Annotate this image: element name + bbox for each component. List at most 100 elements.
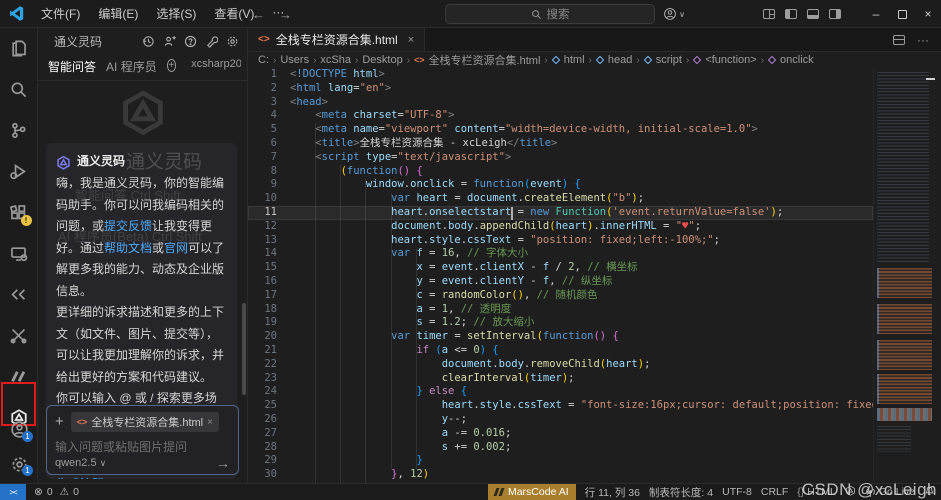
chat-input-placeholder[interactable]: 输入问题或粘贴图片提问 — [55, 438, 230, 455]
tongyi-status-icon[interactable] — [845, 485, 856, 499]
customize-layout-icon[interactable] — [763, 9, 775, 19]
code-line[interactable]: 20 var timer = setInterval(function() { — [248, 330, 873, 344]
extensions-icon[interactable]: ! — [0, 192, 38, 233]
source-control-icon[interactable] — [0, 110, 38, 151]
chip-close-icon[interactable]: × — [207, 417, 213, 428]
code-line[interactable]: 16 y = event.clientY - f, // 纵坐标 — [248, 275, 873, 289]
command-search-input[interactable]: 搜索 — [445, 4, 655, 24]
code-line[interactable]: 5 <meta name="viewport" content="width=d… — [248, 123, 873, 137]
code-line[interactable]: 22 document.body.removeChild(heart); — [248, 358, 873, 372]
code-line[interactable]: 17 c = randomColor(), // 随机颜色 — [248, 289, 873, 303]
code-line[interactable]: 19 s = 1.2; // 放大缩小 — [248, 316, 873, 330]
code-line[interactable]: 14 var f = 16, // 字体大小 — [248, 247, 873, 261]
send-button[interactable]: → — [216, 455, 230, 471]
breadcrumb-item[interactable]: <function> — [705, 54, 756, 66]
remote-indicator[interactable]: >< — [0, 484, 26, 500]
menu-item-1[interactable]: 编辑(E) — [90, 2, 146, 25]
code-line[interactable]: 7 <script type="text/javascript"> — [248, 151, 873, 165]
feedback-icon[interactable] — [163, 35, 176, 48]
minimize-button[interactable]: – — [863, 0, 889, 28]
breadcrumb-item[interactable]: Desktop — [362, 54, 402, 66]
toggle-secondary-sidebar-icon[interactable] — [829, 9, 841, 19]
code-line[interactable]: 18 a = 1, // 透明度 — [248, 303, 873, 317]
tab-ai-programmer[interactable]: AI 程序员 — [106, 58, 157, 80]
code-line[interactable]: 25 heart.style.cssText = "font-size:16px… — [248, 399, 873, 413]
explorer-icon[interactable] — [0, 28, 38, 69]
go-live-button[interactable]: Go Live — [865, 486, 915, 498]
tab-close-icon[interactable]: × — [408, 34, 414, 46]
model-selector[interactable]: qwen2.5 ∨ — [55, 457, 106, 469]
errors-count[interactable]: 0 — [47, 486, 53, 498]
bell-icon[interactable] — [924, 485, 935, 499]
nav-forward-icon[interactable]: → — [279, 7, 292, 22]
code-line[interactable]: 21 if (a <= 0) { — [248, 344, 873, 358]
accounts-icon[interactable]: 1 — [0, 411, 38, 447]
remote-explorer-icon[interactable] — [0, 233, 38, 274]
code-line[interactable]: 2<html lang="en"> — [248, 82, 873, 96]
language-mode[interactable]: {} HTML — [797, 486, 836, 498]
feedback-link[interactable]: 提交反馈 — [104, 219, 152, 233]
add-context-button[interactable]: + — [55, 415, 64, 429]
chat-scrollbar[interactable] — [242, 303, 246, 395]
code-line[interactable]: 23 clearInterval(timer); — [248, 372, 873, 386]
code-line[interactable]: 3<head> — [248, 96, 873, 110]
code-lines[interactable]: 1<!DOCTYPE html>2<html lang="en">3<head>… — [248, 68, 873, 482]
encoding-status[interactable]: UTF-8 — [722, 486, 752, 498]
code-line[interactable]: 26 y--; — [248, 413, 873, 427]
gear-icon[interactable] — [226, 35, 239, 48]
breadcrumb-item[interactable]: Users — [280, 54, 309, 66]
breadcrumb-item[interactable]: html — [564, 54, 585, 66]
warnings-count[interactable]: 0 — [73, 486, 79, 498]
breadcrumb-item[interactable]: script — [656, 54, 682, 66]
code-line[interactable]: 13 heart.style.cssText = "position: fixe… — [248, 234, 873, 248]
chat-input-box[interactable]: + <> 全栈专栏资源合集.html × 输入问题或粘贴图片提问 qwen2.5… — [46, 405, 239, 475]
live-preview-icon[interactable] — [0, 274, 38, 315]
context-file-chip[interactable]: <> 全栈专栏资源合集.html × — [71, 412, 219, 432]
code-line[interactable]: 9 window.onclick = function(event) { — [248, 178, 873, 192]
settings-gear-icon[interactable]: 1 — [0, 447, 38, 481]
search-sidebar-icon[interactable] — [0, 69, 38, 110]
code-line[interactable]: 15 x = event.clientX - f / 2, // 横坐标 — [248, 261, 873, 275]
code-line[interactable]: 6 <title>全栈专栏资源合集 - xcLeigh</title> — [248, 137, 873, 151]
code-editor[interactable]: 1<!DOCTYPE html>2<html lang="en">3<head>… — [248, 68, 873, 483]
toggle-sidebar-icon[interactable] — [785, 9, 797, 19]
nav-back-icon[interactable]: ← — [252, 7, 265, 22]
code-line[interactable]: 8 (function() { — [248, 165, 873, 179]
marscode-status-item[interactable]: MarsCode AI — [488, 484, 576, 500]
minimap[interactable] — [873, 68, 935, 483]
maximize-button[interactable] — [889, 0, 915, 28]
panel-account[interactable]: xcsharp2020 — [188, 58, 241, 70]
editor-tab-active[interactable]: <> 全栈专栏资源合集.html × — [248, 28, 425, 51]
code-line[interactable]: 28 s += 0.002; — [248, 441, 873, 455]
new-session-button[interactable]: + — [167, 59, 176, 72]
eol-status[interactable]: CRLF — [761, 486, 788, 498]
menu-item-2[interactable]: 选择(S) — [148, 2, 204, 25]
code-line[interactable]: 1<!DOCTYPE html> — [248, 68, 873, 82]
breadcrumb-item[interactable]: onclick — [780, 54, 814, 66]
code-line[interactable]: 11 heart.onselectstart = new Function('e… — [248, 206, 873, 220]
cursor-position[interactable]: 行 11, 列 36 — [585, 485, 640, 500]
code-line[interactable]: 30 }, 12) — [248, 468, 873, 482]
indentation-status[interactable]: 制表符长度: 4 — [649, 485, 713, 500]
breadcrumb-item[interactable]: 全栈专栏资源合集.html — [429, 52, 541, 68]
tab-smart-qa[interactable]: 智能问答 — [48, 58, 96, 81]
split-editor-icon[interactable] — [893, 35, 905, 45]
account-menu-button[interactable]: ∨ — [663, 7, 685, 21]
help-icon[interactable] — [184, 35, 197, 48]
code-line[interactable]: 29 } — [248, 454, 873, 468]
breadcrumb-item[interactable]: C: — [258, 54, 269, 66]
breadcrumb-item[interactable]: xcSha — [320, 54, 351, 66]
editor-scrollbar[interactable] — [935, 68, 941, 483]
close-button[interactable]: × — [915, 0, 941, 28]
editor-more-actions-icon[interactable]: ··· — [917, 33, 929, 47]
docs-link[interactable]: 帮助文档 — [104, 241, 152, 255]
run-debug-icon[interactable] — [0, 151, 38, 192]
code-line[interactable]: 4 <meta charset="UTF-8"> — [248, 109, 873, 123]
code-line[interactable]: 24 } else { — [248, 385, 873, 399]
code-line[interactable]: 27 a -= 0.016; — [248, 427, 873, 441]
code-line[interactable]: 10 var heart = document.createElement("b… — [248, 192, 873, 206]
history-icon[interactable] — [142, 35, 155, 48]
code-line[interactable]: 12 document.body.appendChild(heart).inne… — [248, 220, 873, 234]
toggle-panel-icon[interactable] — [807, 9, 819, 19]
wrench-icon[interactable] — [205, 35, 218, 48]
